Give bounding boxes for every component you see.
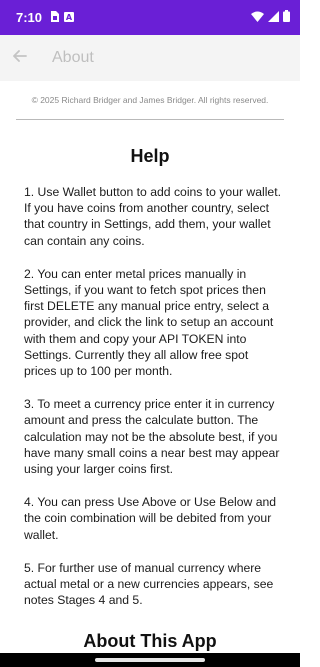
- help-paragraph-1: 1. Use Wallet button to add coins to you…: [24, 185, 281, 248]
- help-body: 1. Use Wallet button to add coins to you…: [24, 184, 282, 608]
- help-paragraph-5: 5. For further use of manual currency wh…: [24, 560, 274, 608]
- help-paragraph-4: 4. You can press Use Above or Use Below …: [24, 495, 277, 542]
- divider: [16, 119, 284, 120]
- status-icons-right: [251, 9, 290, 27]
- app-bar: About: [0, 35, 300, 81]
- status-icons-left: A: [50, 9, 75, 27]
- wifi-icon: [251, 9, 264, 27]
- help-heading: Help: [130, 146, 170, 166]
- battery-icon: [283, 9, 290, 27]
- svg-text:A: A: [66, 13, 73, 22]
- help-paragraph-2: 2. You can enter metal prices manually i…: [24, 266, 274, 379]
- page-title: About: [52, 49, 94, 66]
- status-bar: 7:10 A: [0, 0, 300, 35]
- arrow-left-icon: [13, 49, 27, 67]
- navigation-bar: [0, 653, 300, 667]
- notification-icon: A: [64, 9, 75, 27]
- status-time: 7:10: [16, 10, 43, 25]
- back-button[interactable]: [0, 35, 40, 81]
- signal-icon: [268, 9, 279, 27]
- about-content[interactable]: © 2025 Richard Bridger and James Bridger…: [0, 81, 300, 667]
- about-app-heading: About This App: [83, 631, 217, 651]
- help-paragraph-3: 3. To meet a currency price enter it in …: [24, 397, 280, 477]
- sim-card-icon: [50, 9, 60, 27]
- home-handle[interactable]: [95, 658, 205, 662]
- copyright-text: © 2025 Richard Bridger and James Bridger…: [31, 95, 269, 105]
